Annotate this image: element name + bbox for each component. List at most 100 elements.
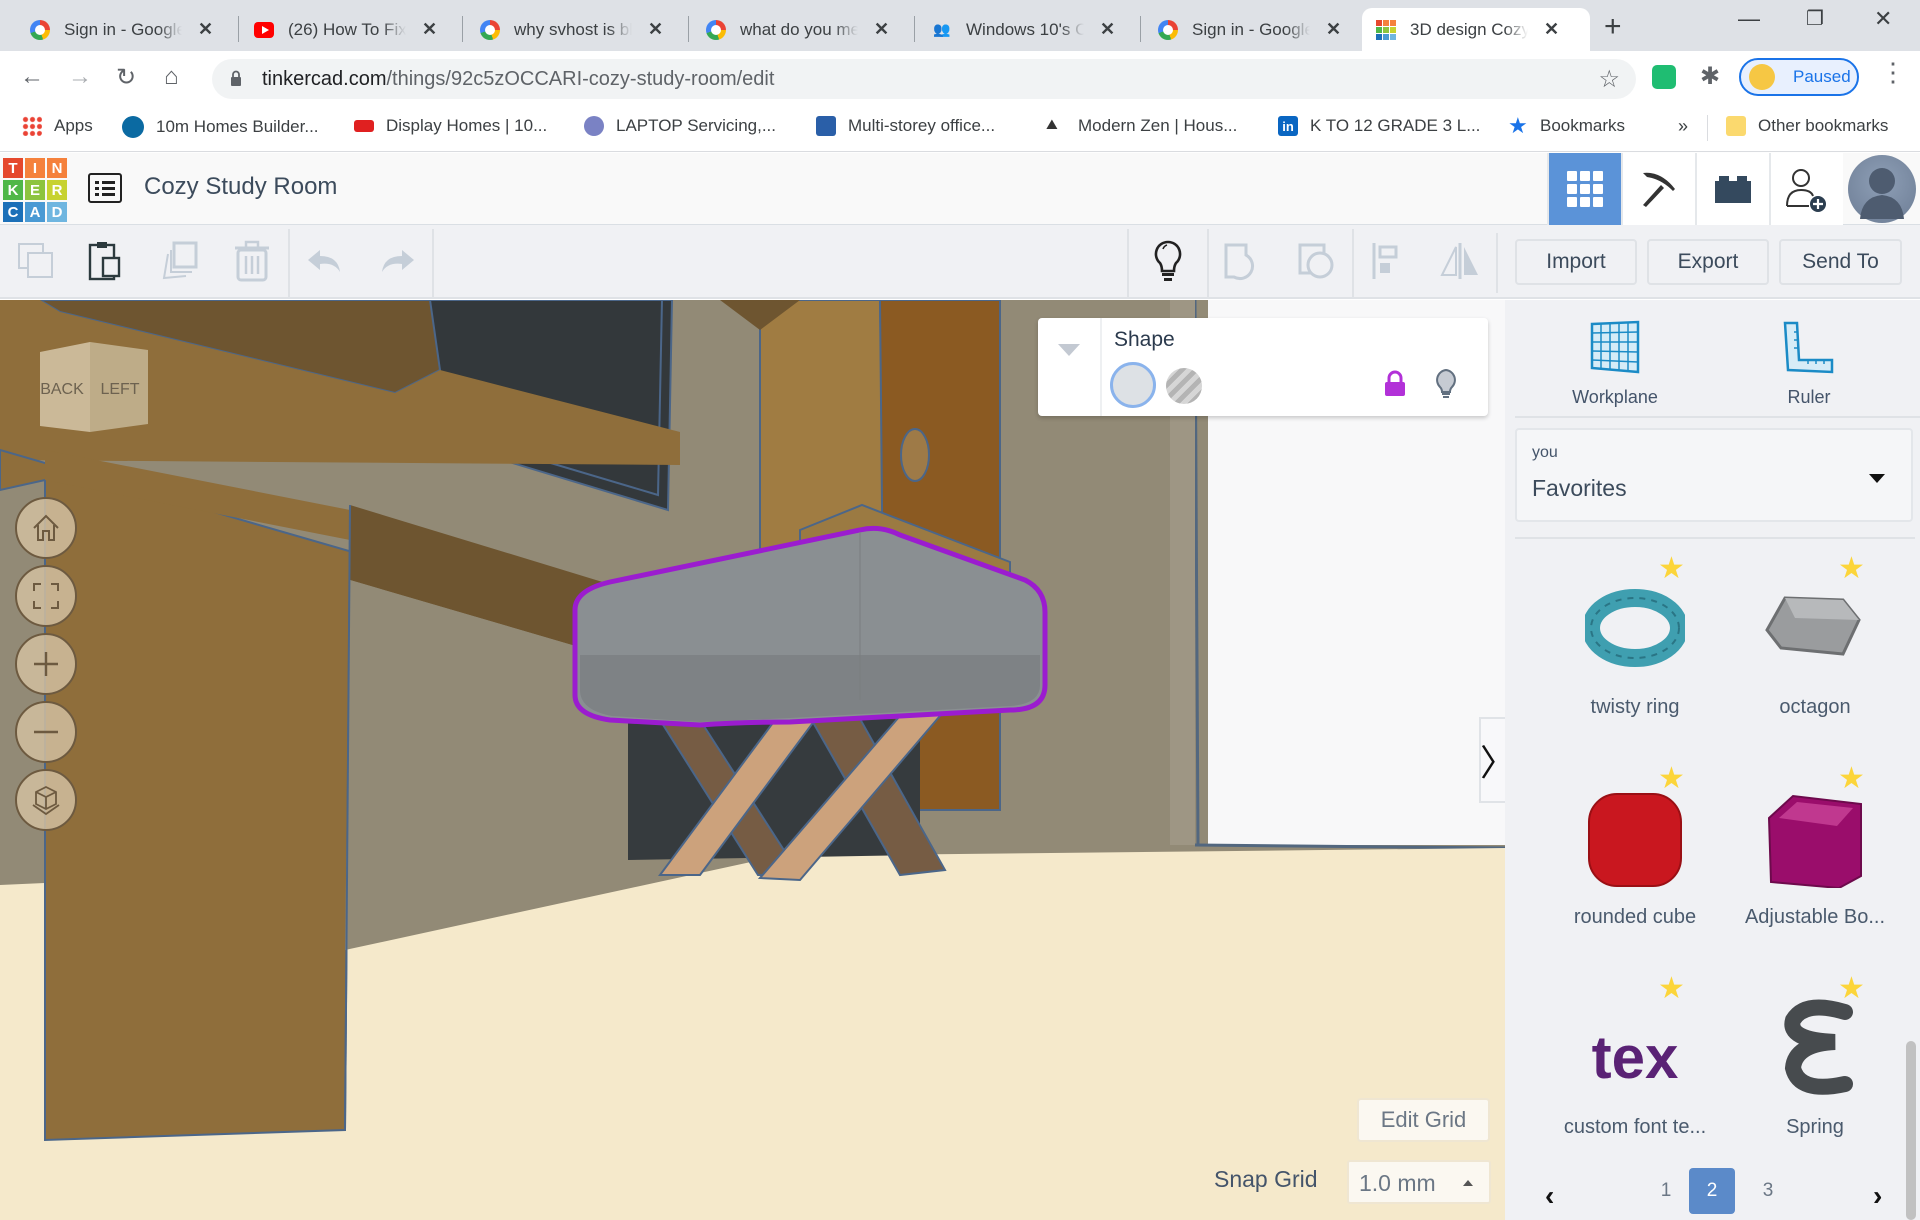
address-bar[interactable]: tinkercad.com/things/92c5zOCCARI-cozy-st… — [212, 59, 1636, 99]
add-user-icon — [1786, 169, 1826, 212]
close-tab-icon[interactable]: ✕ — [1326, 19, 1341, 40]
page-button[interactable]: 3 — [1745, 1168, 1791, 1214]
close-tab-icon[interactable]: ✕ — [1544, 19, 1559, 40]
browser-tab[interactable]: Sign in - Google Accounts ✕ — [16, 8, 239, 51]
close-tab-icon[interactable]: ✕ — [874, 19, 889, 40]
extensions-puzzle-icon[interactable]: ✱ — [1700, 62, 1720, 91]
view-cube[interactable]: BACK LEFT — [38, 342, 150, 432]
favorite-star-icon[interactable]: ★ — [1658, 554, 1685, 584]
tinkercad-logo[interactable]: TIN KER CAD — [3, 158, 67, 222]
invite-user-button[interactable] — [1769, 153, 1843, 225]
browser-tab[interactable]: what do you me ✕ — [692, 8, 915, 51]
user-avatar[interactable] — [1848, 155, 1916, 223]
favorite-star-icon[interactable]: ★ — [1838, 764, 1865, 794]
profile-button[interactable]: Paused — [1739, 58, 1859, 96]
design-list-icon[interactable] — [88, 173, 122, 203]
home-icon[interactable]: ⌂ — [164, 63, 179, 91]
minimize-icon[interactable]: — — [1738, 6, 1760, 32]
shape-item[interactable]: ★ octagon — [1725, 550, 1905, 750]
fit-view-button[interactable] — [15, 565, 77, 627]
bookmarks-overflow-button[interactable]: » — [1678, 116, 1688, 137]
browser-tab[interactable]: 👥 Windows 10's C ✕ — [918, 8, 1141, 51]
bookmark-apps[interactable]: Apps — [22, 116, 93, 136]
page-button[interactable]: 1 — [1643, 1168, 1689, 1214]
close-tab-icon[interactable]: ✕ — [1100, 19, 1115, 40]
shape-item[interactable]: ★ Adjustable Bo... — [1725, 760, 1905, 960]
shape-item[interactable]: ★ twisty ring — [1545, 550, 1725, 750]
solid-color-button[interactable] — [1110, 362, 1156, 408]
bricks-button[interactable] — [1695, 153, 1769, 225]
favorite-star-icon[interactable]: ★ — [1838, 554, 1865, 584]
shape-item[interactable]: ★ Spring — [1725, 970, 1905, 1170]
bookmark-item[interactable]: ⛰ Modern Zen | Hous... — [1046, 116, 1237, 136]
bookmark-item[interactable]: LAPTOP Servicing,... — [584, 116, 776, 136]
next-page-icon[interactable]: › — [1873, 1180, 1882, 1212]
bookmark-item[interactable]: 10m Homes Builder... — [122, 116, 319, 138]
shape-item[interactable]: ★ rounded cube — [1545, 760, 1725, 960]
export-button[interactable]: Export — [1647, 239, 1769, 285]
import-button[interactable]: Import — [1515, 239, 1637, 285]
back-icon[interactable]: ← — [20, 63, 44, 91]
zoom-in-button[interactable] — [15, 633, 77, 695]
previous-page-icon[interactable]: ‹ — [1545, 1180, 1554, 1212]
ungroup-button[interactable] — [1288, 235, 1344, 287]
paste-button[interactable] — [78, 235, 134, 287]
bookmark-item[interactable]: in K TO 12 GRADE 3 L... — [1278, 116, 1480, 136]
close-tab-icon[interactable]: ✕ — [422, 19, 437, 40]
3d-workplane-viewport[interactable]: BACK LEFT — [0, 300, 1505, 1220]
restore-icon[interactable]: ❐ — [1806, 6, 1824, 31]
send-to-button[interactable]: Send To — [1779, 239, 1902, 285]
group-button[interactable] — [1214, 235, 1270, 287]
favorite-star-icon[interactable]: ★ — [1658, 974, 1685, 1004]
browser-tab[interactable]: (26) How To Fix ✕ — [240, 8, 463, 51]
browser-tab[interactable]: why svhost is bl ✕ — [466, 8, 689, 51]
codeblocks-button[interactable] — [1621, 153, 1695, 225]
bookmark-folder[interactable]: ★ Bookmarks — [1508, 115, 1625, 137]
favorite-star-icon[interactable]: ★ — [1658, 764, 1685, 794]
design-title[interactable]: Cozy Study Room — [144, 173, 337, 201]
browser-tab-active[interactable]: 3D design Cozy ✕ — [1362, 8, 1590, 51]
bookmark-item[interactable]: Display Homes | 10... — [354, 116, 547, 136]
edit-grid-button[interactable]: Edit Grid — [1357, 1098, 1490, 1142]
show-all-button[interactable] — [1140, 235, 1196, 287]
delete-button[interactable] — [224, 235, 280, 287]
page-button-current[interactable]: 2 — [1689, 1168, 1735, 1214]
perspective-toggle-button[interactable] — [15, 769, 77, 831]
bitmoji-extension-icon[interactable] — [1652, 65, 1676, 89]
forward-icon[interactable]: → — [68, 63, 92, 91]
3d-scene[interactable] — [0, 300, 1505, 1220]
shape-item[interactable]: tex ★ custom font te... — [1545, 970, 1725, 1170]
browser-menu-icon[interactable]: ⋮ — [1880, 59, 1906, 85]
new-tab-button[interactable]: + — [1604, 10, 1622, 44]
collapse-inspector-icon[interactable] — [1058, 344, 1080, 356]
bookmark-item[interactable]: Multi-storey office... — [816, 116, 995, 136]
close-tab-icon[interactable]: ✕ — [198, 19, 213, 40]
bookmark-favicon — [816, 116, 836, 136]
favorite-star-icon[interactable]: ★ — [1838, 974, 1865, 1004]
align-button[interactable] — [1360, 235, 1416, 287]
other-bookmarks[interactable]: Other bookmarks — [1726, 116, 1888, 136]
redo-button[interactable] — [368, 235, 424, 287]
duplicate-button[interactable] — [152, 235, 208, 287]
hide-shape-lightbulb-icon[interactable] — [1434, 368, 1458, 398]
snap-grid-select[interactable]: 1.0 mm — [1347, 1160, 1491, 1204]
close-tab-icon[interactable]: ✕ — [648, 19, 663, 40]
hole-button[interactable] — [1166, 368, 1202, 404]
bookmark-star-icon[interactable]: ☆ — [1598, 65, 1620, 94]
browser-tab[interactable]: Sign in - Google ✕ — [1144, 8, 1366, 51]
zoom-out-button[interactable] — [15, 701, 77, 763]
shape-library-dropdown[interactable]: you Favorites — [1515, 428, 1913, 522]
copy-button[interactable] — [8, 235, 64, 287]
close-window-icon[interactable]: ✕ — [1874, 6, 1892, 32]
lock-icon[interactable] — [1384, 370, 1406, 396]
ruler-tool[interactable]: Ruler — [1749, 320, 1869, 408]
home-view-button[interactable] — [15, 497, 77, 559]
3d-design-view-button[interactable] — [1547, 153, 1621, 225]
shapes-panel-scrollbar[interactable] — [1906, 1041, 1916, 1220]
viewcube-back-face[interactable]: BACK — [40, 381, 84, 398]
mirror-button[interactable] — [1432, 235, 1488, 287]
undo-button[interactable] — [298, 235, 354, 287]
viewcube-left-face[interactable]: LEFT — [100, 381, 139, 398]
reload-icon[interactable]: ↻ — [116, 63, 136, 92]
workplane-tool[interactable]: Workplane — [1555, 320, 1675, 408]
